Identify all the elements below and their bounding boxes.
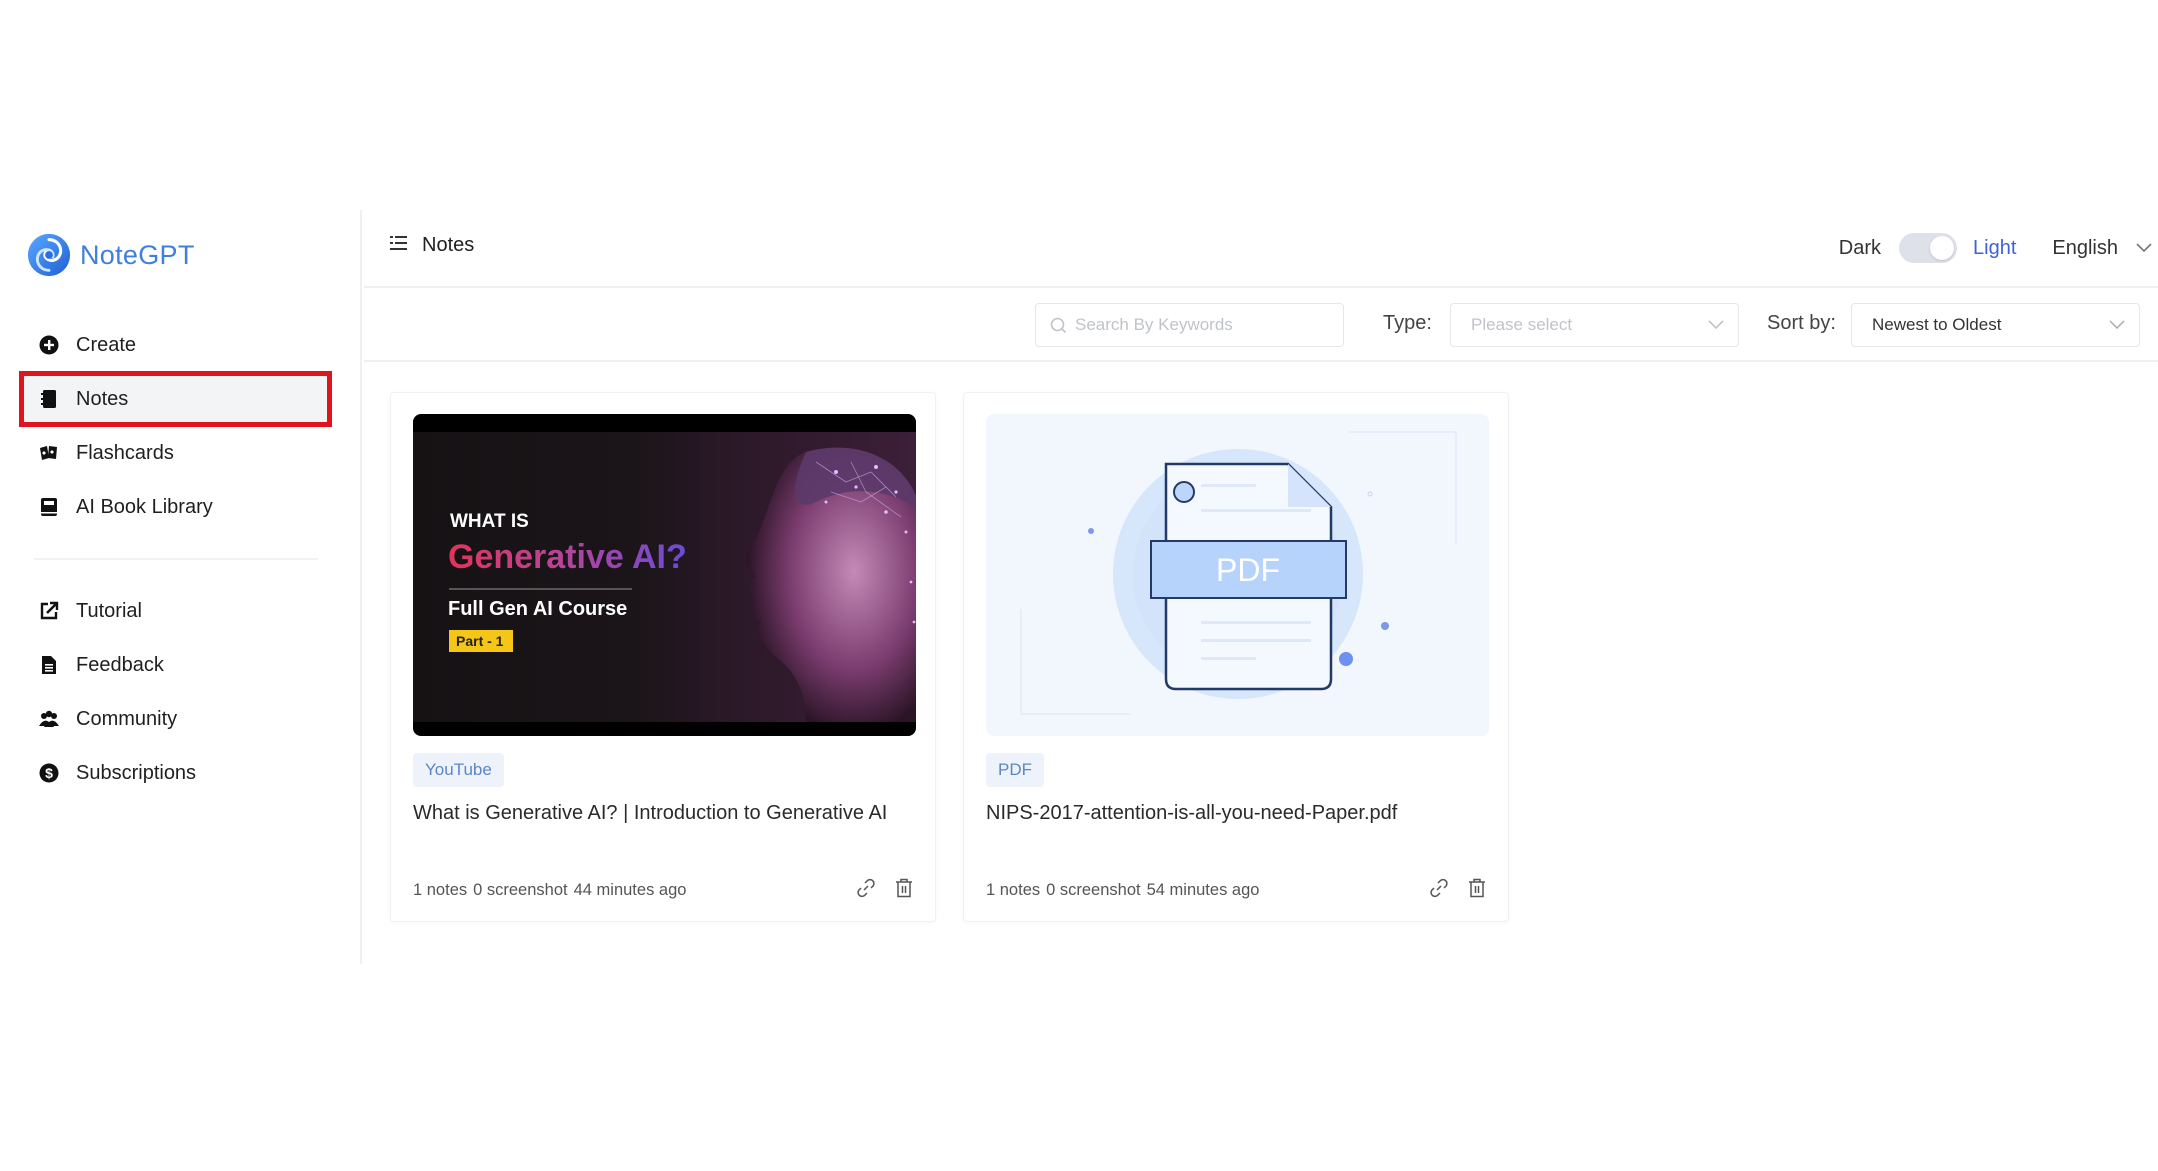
sidebar-item-notes[interactable]: Notes <box>19 371 332 427</box>
notegpt-logo-icon <box>27 233 71 277</box>
sidebar-divider <box>34 558 318 560</box>
note-card[interactable]: PDF PDF NIPS-2017-attention-is-all-you-n… <box>963 392 1509 922</box>
filter-bar: Type: Please select Sort by: Newest to O… <box>364 290 2158 362</box>
type-select[interactable]: Please select <box>1450 303 1739 347</box>
logo[interactable]: NoteGPT <box>26 232 195 278</box>
sidebar-item-label: Community <box>76 707 178 730</box>
sidebar-item-tutorial[interactable]: Tutorial <box>20 584 330 638</box>
chevron-down-icon <box>1708 320 1724 330</box>
sidebar-item-label: Create <box>76 333 137 356</box>
source-tag: YouTube <box>413 753 504 787</box>
document-icon <box>38 654 60 676</box>
book-icon <box>38 496 60 518</box>
sidebar-nav: Create Notes Flashcards AI Book Library <box>19 318 332 800</box>
plus-circle-icon <box>38 334 60 356</box>
link-icon[interactable] <box>855 877 877 899</box>
notebook-icon <box>38 388 60 410</box>
dollar-circle-icon: $ <box>38 762 60 784</box>
sidebar-item-flashcards[interactable]: Flashcards <box>20 426 330 480</box>
sort-select-value: Newest to Oldest <box>1872 315 2002 334</box>
note-meta: 1 notes 0 screenshot 54 minutes ago <box>986 881 1259 900</box>
sidebar-item-label: Subscriptions <box>76 761 197 784</box>
flashcards-icon <box>38 442 60 464</box>
sidebar-item-ai-book-library[interactable]: AI Book Library <box>20 480 330 534</box>
chevron-down-icon <box>2109 320 2125 330</box>
video-thumbnail-art <box>413 432 916 722</box>
pdf-illustration: PDF <box>986 414 1489 736</box>
notes-count: 1 notes <box>413 881 468 899</box>
thumbnail-divider <box>449 588 632 590</box>
trash-icon[interactable] <box>893 877 915 899</box>
thumbnail-text-line2: Generative AI? <box>448 538 687 576</box>
app-name: NoteGPT <box>80 239 195 270</box>
source-tag: PDF <box>986 753 1044 787</box>
sidebar-item-feedback[interactable]: Feedback <box>20 638 330 692</box>
note-thumbnail[interactable]: PDF <box>986 414 1489 736</box>
sidebar-item-label: Tutorial <box>76 599 142 622</box>
thumbnail-badge: Part - 1 <box>449 630 514 652</box>
sidebar-item-subscriptions[interactable]: $ Subscriptions <box>20 746 330 800</box>
users-icon <box>38 708 60 730</box>
note-title[interactable]: NIPS-2017-attention-is-all-you-need-Pape… <box>986 802 1488 825</box>
note-title[interactable]: What is Generative AI? | Introduction to… <box>413 802 915 825</box>
screenshot-count: 0 screenshot <box>1046 881 1141 899</box>
type-select-placeholder: Please select <box>1471 315 1573 334</box>
language-select[interactable]: English <box>2052 237 2152 260</box>
theme-dark-label[interactable]: Dark <box>1839 237 1881 260</box>
toggle-knob <box>1930 236 1955 260</box>
page-title: Notes <box>422 234 475 256</box>
notes-count: 1 notes <box>986 881 1041 899</box>
sidebar-item-label: Flashcards <box>76 441 174 464</box>
link-icon[interactable] <box>1428 877 1450 899</box>
note-thumbnail[interactable]: WHAT IS Generative AI? Full Gen AI Cours… <box>413 414 916 736</box>
svg-text:$: $ <box>45 765 53 781</box>
ai-face-illustration <box>746 447 916 722</box>
sidebar: NoteGPT Create Notes Flashcards AI Book … <box>0 210 362 964</box>
screenshot-count: 0 screenshot <box>473 881 568 899</box>
theme-light-label[interactable]: Light <box>1973 237 2016 260</box>
external-link-icon <box>38 600 60 622</box>
theme-toggle[interactable] <box>1899 233 1958 263</box>
chevron-down-icon <box>2136 243 2152 253</box>
sidebar-item-label: AI Book Library <box>76 495 213 518</box>
thumbnail-text-line1: WHAT IS <box>450 511 529 532</box>
language-value: English <box>2052 236 2118 259</box>
sidebar-item-label: Notes <box>76 387 129 410</box>
sidebar-item-label: Feedback <box>76 653 164 676</box>
type-label: Type: <box>1383 312 1432 334</box>
sort-select[interactable]: Newest to Oldest <box>1851 303 2140 347</box>
note-time: 54 minutes ago <box>1146 881 1260 899</box>
search-icon <box>1050 317 1067 333</box>
search-box[interactable] <box>1035 303 1344 347</box>
note-meta: 1 notes 0 screenshot 44 minutes ago <box>413 881 686 900</box>
note-time: 44 minutes ago <box>573 881 687 899</box>
note-card[interactable]: WHAT IS Generative AI? Full Gen AI Cours… <box>390 392 936 922</box>
thumbnail-text-line3: Full Gen AI Course <box>448 598 628 620</box>
sort-label: Sort by: <box>1767 312 1836 334</box>
trash-icon[interactable] <box>1466 877 1488 899</box>
top-header: Notes Dark Light English <box>364 210 2158 288</box>
search-input[interactable] <box>1075 315 1325 335</box>
menu-collapse-icon[interactable] <box>390 234 408 257</box>
sidebar-item-create[interactable]: Create <box>20 318 330 372</box>
sidebar-item-community[interactable]: Community <box>20 692 330 746</box>
pdf-label: PDF <box>1216 552 1280 588</box>
